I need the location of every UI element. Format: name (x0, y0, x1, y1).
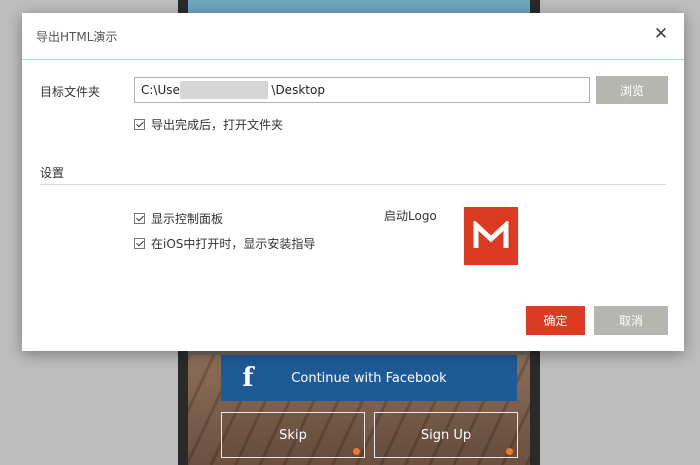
launch-logo-label: 启动Logo (384, 209, 437, 223)
facebook-icon: f (242, 363, 254, 393)
show-control-panel-row[interactable]: 显示控制面板 (134, 210, 223, 227)
corner-mark-icon (353, 448, 360, 455)
close-icon[interactable]: ✕ (652, 25, 670, 43)
corner-mark-icon (506, 448, 513, 455)
facebook-login-label: Continue with Facebook (291, 370, 447, 386)
settings-divider (40, 184, 666, 185)
target-folder-label: 目标文件夹 (40, 85, 101, 99)
launch-logo-image[interactable] (464, 207, 518, 265)
dialog-title: 导出HTML演示 (36, 30, 118, 44)
open-folder-label: 导出完成后，打开文件夹 (151, 118, 284, 132)
settings-heading: 设置 (40, 166, 65, 180)
skip-button[interactable]: Skip (221, 412, 365, 458)
redacted-username (180, 81, 268, 99)
ios-install-guide-row[interactable]: 在iOS中打开时，显示安装指导 (134, 235, 315, 252)
dialog-header: 导出HTML演示 ✕ (22, 13, 684, 60)
skip-label: Skip (279, 427, 307, 443)
open-folder-checkbox-row[interactable]: 导出完成后，打开文件夹 (134, 116, 283, 133)
export-html-dialog: 导出HTML演示 ✕ 目标文件夹 浏览 导出完成后，打开文件夹 设置 显示控制面… (22, 13, 684, 351)
sign-up-button[interactable]: Sign Up (374, 412, 518, 458)
show-control-panel-checkbox[interactable] (134, 213, 145, 224)
cancel-button[interactable]: 取消 (594, 306, 668, 335)
ios-install-guide-label: 在iOS中打开时，显示安装指导 (151, 237, 316, 251)
m-logo-icon (473, 221, 509, 248)
sign-up-label: Sign Up (420, 427, 472, 443)
open-folder-checkbox[interactable] (134, 119, 145, 130)
browse-button[interactable]: 浏览 (596, 76, 668, 104)
show-control-panel-label: 显示控制面板 (151, 212, 224, 226)
facebook-login-button[interactable]: f Continue with Facebook (221, 355, 517, 401)
ok-button[interactable]: 确定 (526, 306, 585, 335)
ios-install-guide-checkbox[interactable] (134, 238, 145, 249)
